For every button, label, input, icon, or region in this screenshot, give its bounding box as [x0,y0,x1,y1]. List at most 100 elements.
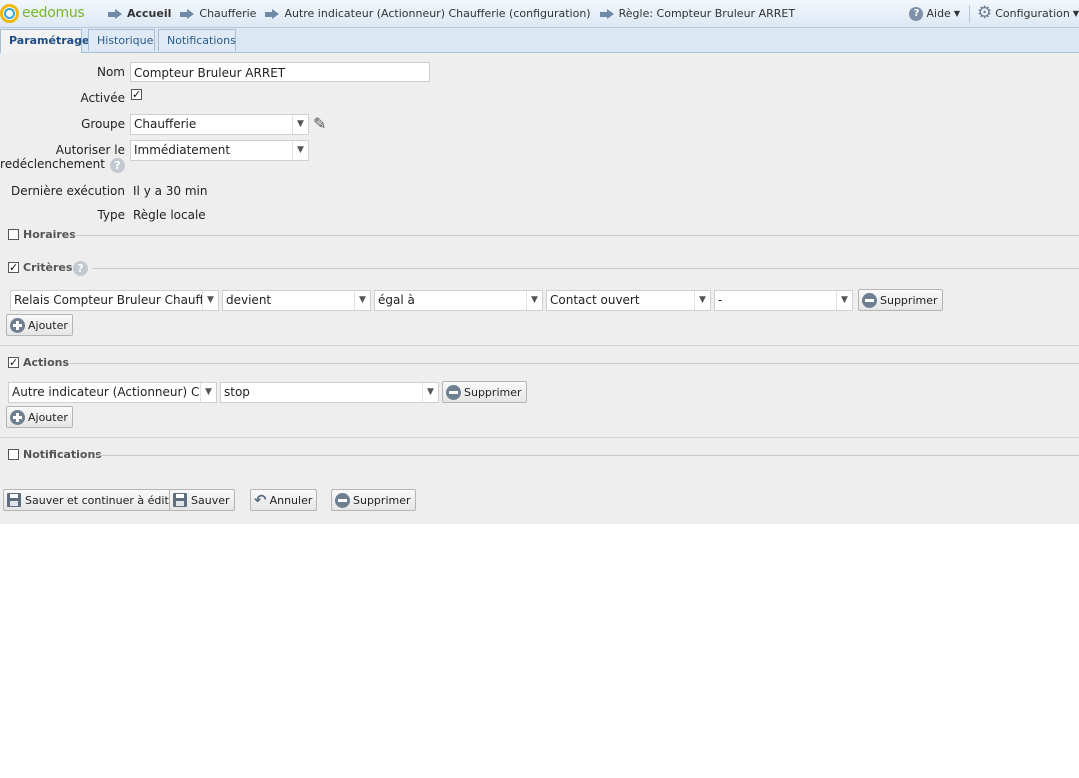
section-criteria: ✓ Critères ? [0,259,1079,277]
caret-down-icon: ▼ [1072,9,1079,18]
gear-icon: ⚙ [976,3,993,23]
configuration-label: Configuration [995,7,1070,20]
help-icon[interactable]: ? [110,158,125,173]
breadcrumb-item-device[interactable]: Autre indicateur (Actionneur) Chaufferie… [265,7,591,20]
actions-checkbox[interactable]: ✓ [8,357,19,368]
criteria-operator-value: égal à [378,293,415,307]
top-bar: eedomus Accueil Chaufferie Autre indicat… [0,0,1079,28]
delete-rule-button[interactable]: Supprimer [331,489,416,511]
chevron-down-icon: ▼ [694,291,710,310]
section-schedules: Horaires [0,226,1079,244]
name-input[interactable]: Compteur Bruleur ARRET [130,62,430,82]
top-right-menu: ? Aide ▼ ⚙ Configuration ▼ [909,0,1079,27]
breadcrumb-label: Règle: Compteur Bruleur ARRET [618,7,796,20]
edit-pencil-icon[interactable]: ✎ [313,114,326,133]
configuration-menu[interactable]: ⚙ Configuration ▼ [977,5,1079,22]
arrow-right-icon [180,8,195,19]
arrow-right-icon [599,8,615,19]
type-value: Règle locale [133,208,206,222]
help-icon[interactable]: ? [73,261,88,276]
breadcrumb-item-rule: Règle: Compteur Bruleur ARRET [599,7,796,20]
criteria-extra-value: - [718,293,723,307]
button-label: Supprimer [464,385,522,399]
menu-separator [968,4,970,23]
undo-icon: ↶ [254,490,267,509]
floppy-disk-icon [7,493,21,507]
section-separator [0,437,1079,438]
button-label: Sauver et continuer à éditer [25,493,181,507]
action-value-select[interactable]: stop ▼ [220,382,439,403]
cancel-button[interactable]: ↶ Annuler [250,489,318,511]
section-actions: ✓ Actions [0,354,1079,372]
section-title: Actions [23,356,69,369]
section-title: Horaires [23,228,76,241]
tab-notifications[interactable]: Notifications [158,29,236,51]
help-icon: ? [909,6,924,21]
button-label: Supprimer [353,493,411,507]
group-select[interactable]: Chaufferie ▼ [130,114,309,135]
criteria-device-select[interactable]: Relais Compteur Bruleur Chaufferie ▼ [10,290,219,311]
breadcrumb-item-home[interactable]: Accueil [108,7,171,20]
chevron-down-icon: ▼ [292,141,308,160]
tab-parametrage[interactable]: Paramétrage [0,29,89,53]
action-device-select[interactable]: Autre indicateur (Actionneur) Chaufferie… [8,382,217,403]
minus-circle-icon [446,384,461,400]
retrigger-value: Immédiatement [134,143,231,157]
criteria-trigger-value: devient [226,293,272,307]
criteria-value-select[interactable]: Contact ouvert ▼ [546,290,711,311]
minus-circle-icon [335,492,350,508]
action-delete-button[interactable]: Supprimer [442,381,527,403]
breadcrumb-label: Chaufferie [199,7,257,20]
criteria-trigger-select[interactable]: devient ▼ [222,290,371,311]
save-button[interactable]: Sauver [169,489,235,511]
tab-historique[interactable]: Historique [88,29,155,51]
last-execution-value: Il y a 30 min [133,184,208,198]
action-add-button[interactable]: Ajouter [6,406,73,428]
button-label: Ajouter [28,318,68,332]
name-label: Nom [96,65,125,79]
schedules-checkbox[interactable] [8,229,19,240]
caret-down-icon: ▼ [953,9,960,18]
arrow-right-icon [265,8,280,19]
help-menu[interactable]: ? Aide ▼ [909,6,960,21]
chevron-down-icon: ▼ [200,383,216,402]
breadcrumb-item-group[interactable]: Chaufferie [180,7,256,20]
criteria-extra-select[interactable]: - ▼ [714,290,853,311]
button-label: Supprimer [880,293,938,307]
section-title: Notifications [23,448,102,461]
breadcrumb: Accueil Chaufferie Autre indicateur (Act… [108,0,804,27]
section-divider [74,235,1079,236]
chevron-down-icon: ▼ [422,383,438,402]
save-and-continue-button[interactable]: Sauver et continuer à éditer [3,489,186,511]
button-label: Sauver [191,493,230,507]
active-checkbox[interactable]: ✓ [131,89,142,100]
criteria-device-value: Relais Compteur Bruleur Chaufferie [14,293,202,307]
section-divider [96,455,1079,456]
breadcrumb-label: Accueil [127,7,172,20]
group-label: Groupe [81,117,125,131]
criteria-value-value: Contact ouvert [550,293,640,307]
retrigger-label-line2: redéclenchement [0,157,105,171]
criteria-delete-button[interactable]: Supprimer [858,289,943,311]
retrigger-select[interactable]: Immédiatement ▼ [130,140,309,161]
plus-circle-icon [10,317,25,333]
action-value-value: stop [224,385,250,399]
chevron-down-icon: ▼ [354,291,370,310]
section-title: Critères [23,261,73,274]
active-label: Activée [80,91,125,105]
logo-ring-icon [0,3,19,23]
logo-text: eedomus [22,5,85,21]
retrigger-label-line1: Autoriser le [55,143,125,157]
button-label: Annuler [269,493,313,507]
notifications-checkbox[interactable] [8,449,19,460]
minus-circle-icon [862,292,877,308]
criteria-add-button[interactable]: Ajouter [6,314,73,336]
eedomus-logo[interactable]: eedomus [0,3,85,23]
rule-form: Nom Compteur Bruleur ARRET Activée ✓ Gro… [0,53,1079,524]
section-divider [70,363,1079,364]
criteria-operator-select[interactable]: égal à ▼ [374,290,543,311]
type-label: Type [97,208,125,222]
button-label: Ajouter [28,410,68,424]
plus-circle-icon [10,409,25,425]
criteria-checkbox[interactable]: ✓ [8,262,19,273]
